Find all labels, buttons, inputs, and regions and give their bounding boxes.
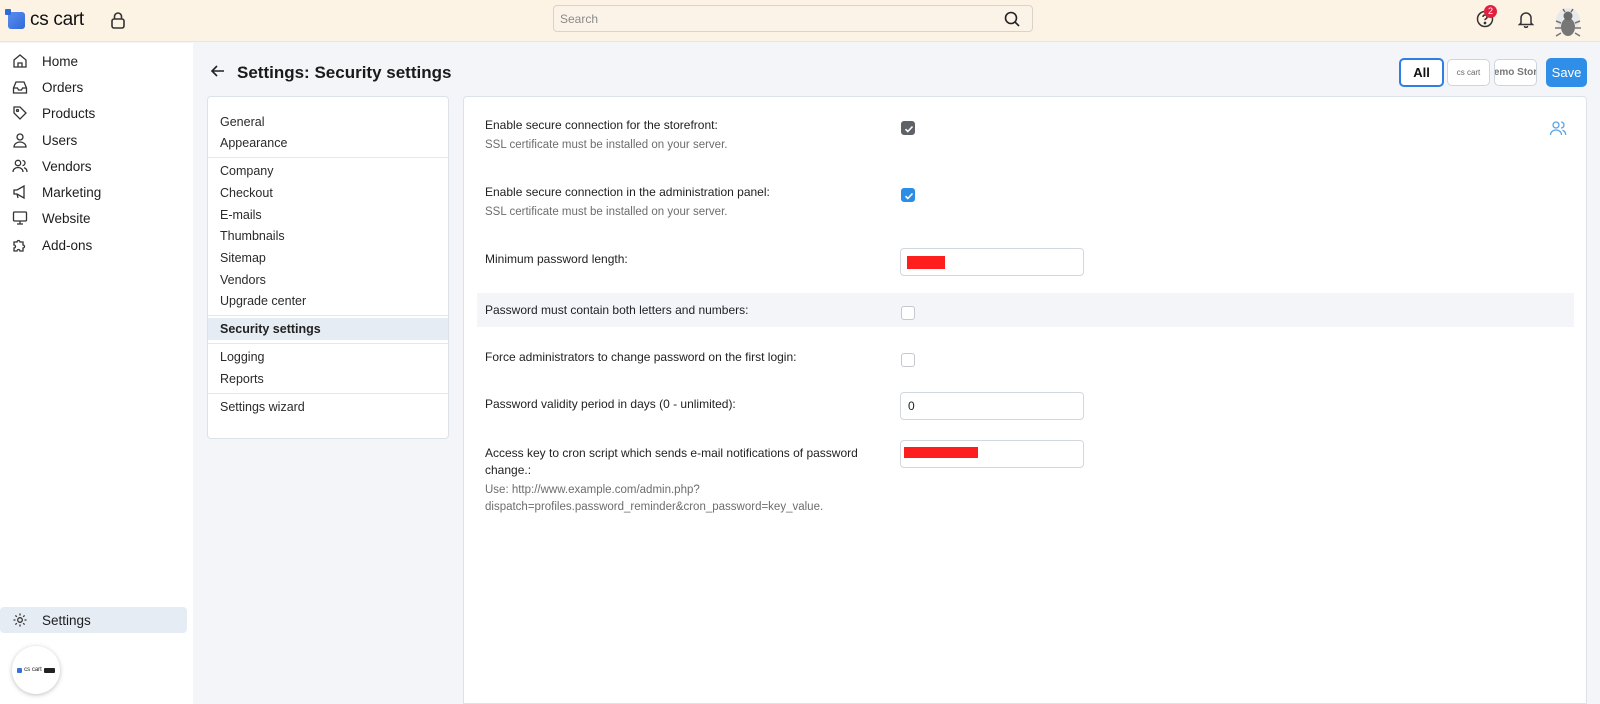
megaphone-icon: [13, 184, 25, 200]
section-item-reports[interactable]: Reports: [208, 368, 448, 390]
setting-hint-cron-key-line1: Use: http://www.example.com/admin.php?: [485, 484, 700, 496]
section-divider: [208, 343, 448, 344]
users-icon: [12, 159, 28, 173]
sidebar-item-label: Home: [42, 53, 79, 69]
mini-logo-text: cs cart: [24, 667, 42, 673]
section-divider: [208, 315, 448, 316]
force-password-change-checkbox[interactable]: [901, 353, 915, 367]
back-arrow-icon[interactable]: [210, 63, 226, 79]
sidebar-item-label: Products: [42, 105, 96, 121]
section-item-upgrade-center[interactable]: Upgrade center: [208, 290, 448, 312]
setting-label-cron-key-line1: Access key to cron script which sends e-…: [485, 446, 858, 460]
settings-sections-list: General Appearance Company Checkout E-ma…: [207, 96, 449, 439]
search-icon[interactable]: [1004, 11, 1020, 27]
lock-icon[interactable]: [110, 11, 126, 29]
logo-text: cs cart: [30, 9, 84, 30]
tag-icon: [13, 106, 27, 120]
setting-label-cron-key-line2: change.:: [485, 463, 532, 477]
page-title: Settings: Security settings: [237, 63, 452, 82]
sidebar-item-label: Users: [42, 132, 78, 148]
sidebar-item-label: Orders: [42, 79, 84, 95]
avatar[interactable]: [1553, 7, 1583, 41]
main-sidebar: Home Orders Products Users Vendors Marke…: [0, 43, 193, 704]
section-divider: [208, 157, 448, 158]
checkmark-icon: [904, 192, 914, 200]
sidebar-item-label: Marketing: [42, 184, 102, 200]
section-item-appearance[interactable]: Appearance: [208, 132, 448, 154]
users-icon[interactable]: [1549, 119, 1567, 137]
section-item-sitemap[interactable]: Sitemap: [208, 247, 448, 269]
sidebar-item-label: Add-ons: [42, 237, 93, 253]
setting-hint-secure-admin: SSL certificate must be installed on you…: [485, 206, 728, 218]
sidebar-item-users[interactable]: Users: [0, 127, 187, 153]
checkmark-icon: [904, 125, 914, 133]
cs-cart-logo[interactable]: cs cart: [5, 8, 84, 31]
setting-label-secure-storefront: Enable secure connection for the storefr…: [485, 118, 718, 132]
home-icon: [13, 54, 27, 68]
setting-label-min-password-length: Minimum password length:: [485, 252, 628, 266]
search-box[interactable]: [553, 5, 1033, 32]
secure-storefront-checkbox[interactable]: [901, 121, 915, 135]
gear-icon: [13, 613, 27, 627]
setting-label-secure-admin: Enable secure connection in the administ…: [485, 185, 770, 199]
store-filter-all-button[interactable]: All: [1399, 58, 1444, 87]
top-bar: cs cart 2: [0, 0, 1600, 42]
setting-label-force-change: Force administrators to change password …: [485, 350, 797, 364]
security-settings-panel: Enable secure connection for the storefr…: [463, 96, 1587, 704]
sidebar-item-add-ons[interactable]: Add-ons: [0, 232, 187, 258]
help-notification-badge: 2: [1484, 5, 1497, 18]
sidebar-item-label: Vendors: [42, 158, 92, 174]
redaction-mark: [904, 447, 978, 458]
inbox-icon: [12, 81, 28, 94]
logo-badge-icon: [43, 667, 55, 673]
letters-numbers-checkbox[interactable]: [901, 306, 915, 320]
secure-admin-checkbox[interactable]: [901, 188, 915, 202]
monitor-icon: [12, 211, 28, 225]
setting-hint-secure-storefront: SSL certificate must be installed on you…: [485, 139, 728, 151]
section-item-thumbnails[interactable]: Thumbnails: [208, 225, 448, 247]
section-item-checkout[interactable]: Checkout: [208, 182, 448, 204]
user-icon: [13, 133, 27, 148]
section-item-settings-wizard[interactable]: Settings wizard: [208, 396, 448, 418]
sidebar-item-vendors[interactable]: Vendors: [0, 153, 187, 179]
section-item-company[interactable]: Company: [208, 160, 448, 182]
store-filter-cs-cart-button[interactable]: cs cart: [1447, 59, 1490, 86]
section-item-vendors[interactable]: Vendors: [208, 269, 448, 291]
redaction-mark: [907, 256, 945, 269]
save-button[interactable]: Save: [1546, 58, 1587, 87]
setting-hint-cron-key-line2: dispatch=profiles.password_reminder&cron…: [485, 501, 824, 513]
section-item-e-mails[interactable]: E-mails: [208, 204, 448, 226]
setting-label-validity-period: Password validity period in days (0 - un…: [485, 397, 736, 411]
setting-label-letters-numbers: Password must contain both letters and n…: [485, 303, 749, 317]
sidebar-item-home[interactable]: Home: [0, 48, 187, 74]
sidebar-item-label: Settings: [42, 612, 91, 628]
logo-mark-icon: [5, 8, 25, 29]
logo-mark-icon: [17, 667, 23, 673]
section-item-general[interactable]: General: [208, 111, 448, 133]
password-validity-period-input[interactable]: [900, 392, 1084, 420]
section-item-security-settings[interactable]: Security settings: [208, 318, 448, 340]
puzzle-icon: [13, 239, 26, 252]
sidebar-item-settings[interactable]: Settings: [0, 607, 187, 633]
store-filter-demo-store-button[interactable]: emo Stor: [1494, 59, 1537, 86]
sidebar-item-orders[interactable]: Orders: [0, 74, 187, 100]
sidebar-item-products[interactable]: Products: [0, 100, 187, 126]
bell-icon[interactable]: [1517, 10, 1535, 28]
sidebar-item-label: Website: [42, 210, 91, 226]
sidebar-item-marketing[interactable]: Marketing: [0, 179, 187, 205]
storefront-mini-logo[interactable]: cs cart: [12, 646, 60, 694]
section-divider: [208, 393, 448, 394]
sidebar-item-website[interactable]: Website: [0, 205, 187, 231]
section-item-logging[interactable]: Logging: [208, 346, 448, 368]
search-input[interactable]: [554, 6, 1032, 31]
